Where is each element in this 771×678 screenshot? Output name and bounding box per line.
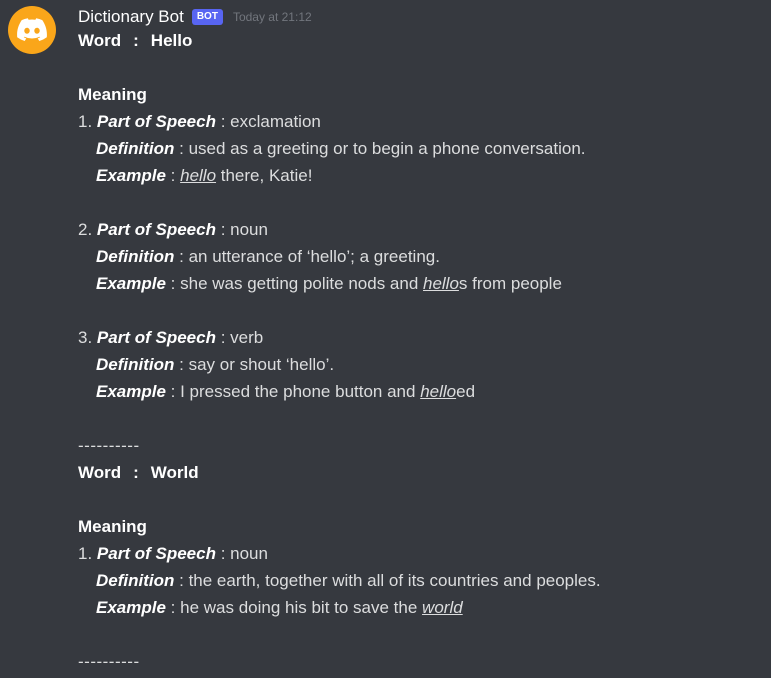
example-pre: he was doing his bit to save the [180, 598, 423, 617]
sense-pos-line: 3. Part of Speech : verb [78, 328, 264, 347]
username[interactable]: Dictionary Bot [78, 7, 184, 27]
word-value: Hello [150, 31, 193, 50]
example-post: ed [456, 382, 476, 401]
word-line: Word: Hello [78, 27, 758, 54]
word-value: World [150, 463, 199, 482]
example-term: hello [420, 382, 457, 401]
sense-example-line: Example : he was doing his bit to save t… [96, 598, 463, 617]
bot-badge: BOT [191, 9, 223, 25]
sense-number: 1. [78, 112, 93, 131]
sense-definition-line: Definition : the earth, together with al… [96, 571, 601, 590]
example-post: s from people [458, 274, 562, 293]
entry-separator: ---------- [78, 436, 140, 455]
meaning-heading: Meaning [78, 81, 758, 108]
example-pre: I pressed the phone button and [180, 382, 421, 401]
pos-label: Part of Speech [96, 328, 216, 347]
word-label: Word [78, 31, 122, 50]
word-label: Word [78, 463, 122, 482]
pos-value: noun [230, 544, 268, 563]
meaning-label: Meaning [78, 517, 147, 536]
definition-label: Definition [96, 247, 175, 266]
sense-number: 1. [78, 544, 93, 563]
timestamp[interactable]: Today at 21:12 [233, 10, 312, 24]
word-colon: : [133, 463, 139, 482]
definition-text: say or shout ‘hello’. [188, 355, 335, 374]
meaning-heading: Meaning [78, 513, 758, 540]
definition-label: Definition [96, 139, 175, 158]
example-term: world [422, 598, 463, 617]
sense-pos-line: 1. Part of Speech : noun [78, 544, 268, 563]
sense-definition-line: Definition : say or shout ‘hello’. [96, 355, 335, 374]
example-post: there, Katie! [216, 166, 313, 185]
example-label: Example [96, 382, 166, 401]
sense-definition-line: Definition : used as a greeting or to be… [96, 139, 586, 158]
definition-label: Definition [96, 355, 175, 374]
pos-label: Part of Speech [96, 544, 216, 563]
sense-pos-line: 1. Part of Speech : exclamation [78, 112, 321, 131]
example-label: Example [96, 274, 166, 293]
example-label: Example [96, 166, 166, 185]
pos-value: verb [230, 328, 264, 347]
example-term: hello [180, 166, 217, 185]
example-term: hello [423, 274, 459, 293]
sense-example-line: Example : I pressed the phone button and… [96, 382, 476, 401]
pos-value: exclamation [230, 112, 321, 131]
avatar[interactable] [8, 6, 56, 54]
definition-text: used as a greeting or to begin a phone c… [188, 139, 586, 158]
word-line: Word: World [78, 459, 758, 486]
message-content: Dictionary Bot BOT Today at 21:12 Word: H… [78, 0, 758, 675]
example-label: Example [96, 598, 166, 617]
word-colon: : [133, 31, 139, 50]
discord-logo-icon [17, 18, 47, 41]
definition-text: an utterance of ‘hello’; a greeting. [188, 247, 440, 266]
sense-definition-line: Definition : an utterance of ‘hello’; a … [96, 247, 440, 266]
sense-example-line: Example : hello there, Katie! [96, 166, 313, 185]
sense-pos-line: 2. Part of Speech : noun [78, 220, 268, 239]
meaning-label: Meaning [78, 85, 147, 104]
pos-label: Part of Speech [96, 112, 216, 131]
sense-example-line: Example : she was getting polite nods an… [96, 274, 562, 293]
definition-label: Definition [96, 571, 175, 590]
definition-text: the earth, together with all of its coun… [188, 571, 601, 590]
sense-number: 2. [78, 220, 93, 239]
bot-message: Dictionary Bot BOT Today at 21:12 Word: H… [0, 0, 771, 678]
pos-value: noun [230, 220, 268, 239]
sense-number: 3. [78, 328, 93, 347]
example-pre: she was getting polite nods and [180, 274, 423, 293]
pos-label: Part of Speech [96, 220, 216, 239]
entry-separator: ---------- [78, 652, 140, 671]
